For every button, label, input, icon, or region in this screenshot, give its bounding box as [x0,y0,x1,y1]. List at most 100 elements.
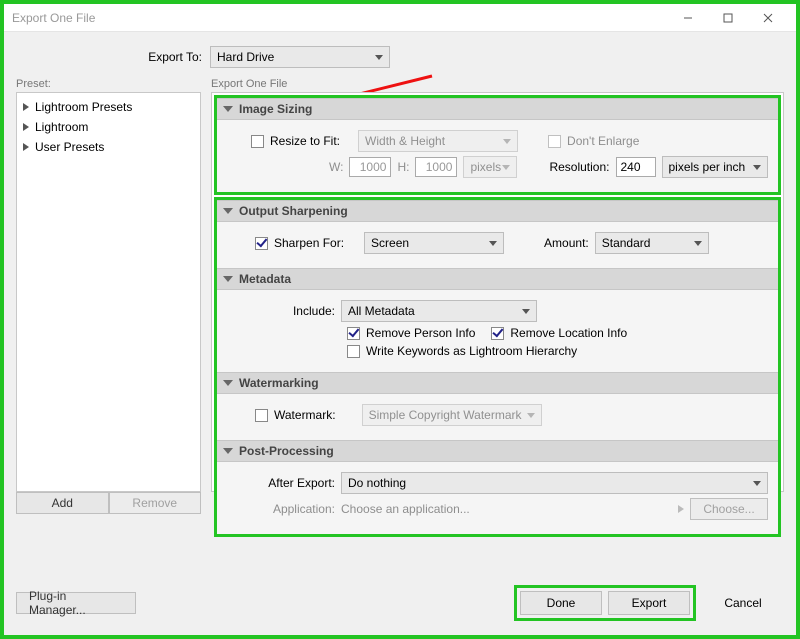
resolution-label: Resolution: [549,160,609,174]
w-value: 1000 [360,160,387,174]
settings-panel: Image Sizing Resize to Fit: Width & Heig… [211,92,784,492]
triangle-down-icon [223,380,233,386]
right-header: Export One File [211,78,784,90]
preset-list: Lightroom Presets Lightroom User Presets [16,92,201,492]
chevron-down-icon [375,55,383,60]
export-dialog: Export One File Export To: Hard Drive Pr… [0,0,800,639]
chevron-down-icon [489,241,497,246]
image-sizing-header[interactable]: Image Sizing [217,98,778,120]
chevron-down-icon [753,165,761,170]
after-export-select[interactable]: Do nothing [341,472,768,494]
chevron-down-icon [503,139,511,144]
triangle-right-icon [678,505,684,513]
amount-select[interactable]: Standard [595,232,709,254]
after-export-label: After Export: [227,476,335,490]
dialog-footer: Plug-in Manager... Done Export Cancel [16,585,784,621]
watermarking-title: Watermarking [239,376,319,390]
width-input[interactable]: 1000 [349,157,391,177]
image-sizing-highlight: Image Sizing Resize to Fit: Width & Heig… [214,95,781,195]
triangle-down-icon [223,276,233,282]
amount-label: Amount: [544,236,589,250]
remove-person-checkbox[interactable] [347,327,360,340]
watermark-label: Watermark: [274,408,336,422]
resolution-unit-select[interactable]: pixels per inch [662,156,768,178]
h-value: 1000 [426,160,453,174]
height-input[interactable]: 1000 [415,157,457,177]
chevron-down-icon [502,165,510,170]
triangle-down-icon [223,208,233,214]
remove-location-label: Remove Location Info [510,326,627,340]
triangle-right-icon [23,143,29,151]
w-label: W: [329,160,343,174]
watermark-checkbox[interactable] [255,409,268,422]
export-to-value: Hard Drive [217,50,274,64]
output-sharpening-title: Output Sharpening [239,204,348,218]
output-sharpening-header[interactable]: Output Sharpening [217,200,778,222]
dont-enlarge-label: Don't Enlarge [567,134,639,148]
application-label: Application: [227,502,335,516]
cancel-label: Cancel [724,596,761,610]
preset-item-label: User Presets [35,140,104,154]
plugin-manager-button[interactable]: Plug-in Manager... [16,592,136,614]
preset-item-label: Lightroom Presets [35,100,132,114]
metadata-header[interactable]: Metadata [217,268,778,290]
remove-label: Remove [132,496,177,510]
sharpen-for-select[interactable]: Screen [364,232,504,254]
add-label: Add [52,496,73,510]
chevron-down-icon [527,413,535,418]
window-title: Export One File [12,11,668,25]
cancel-button[interactable]: Cancel [702,591,784,615]
primary-buttons-highlight: Done Export [514,585,696,621]
export-button[interactable]: Export [608,591,690,615]
choose-app-button[interactable]: Choose... [690,498,768,520]
resolution-unit-value: pixels per inch [669,160,746,174]
resolution-value: 240 [621,160,641,174]
post-processing-header[interactable]: Post-Processing [217,440,778,462]
preset-header: Preset: [16,78,201,90]
done-button[interactable]: Done [520,591,602,615]
preset-item-label: Lightroom [35,120,88,134]
include-select[interactable]: All Metadata [341,300,537,322]
triangle-right-icon [23,123,29,131]
preset-item[interactable]: User Presets [19,137,198,157]
application-placeholder: Choose an application... [341,502,672,516]
watermark-value: Simple Copyright Watermark [369,408,522,422]
h-label: H: [397,160,409,174]
lower-panels-highlight: Output Sharpening Sharpen For: Screen Am… [214,197,781,537]
chevron-down-icon [522,309,530,314]
add-preset-button[interactable]: Add [16,492,109,514]
watermarking-header[interactable]: Watermarking [217,372,778,394]
resize-to-fit-checkbox[interactable] [251,135,264,148]
export-to-label: Export To: [16,50,210,64]
chevron-down-icon [694,241,702,246]
after-export-value: Do nothing [348,476,406,490]
remove-person-label: Remove Person Info [366,326,475,340]
include-value: All Metadata [348,304,415,318]
export-to-select[interactable]: Hard Drive [210,46,390,68]
preset-item[interactable]: Lightroom [19,117,198,137]
export-label: Export [632,596,667,610]
unit-select[interactable]: pixels [463,156,517,178]
amount-value: Standard [602,236,651,250]
plugin-manager-label: Plug-in Manager... [29,589,123,617]
include-label: Include: [227,304,335,318]
write-keywords-checkbox[interactable] [347,345,360,358]
remove-preset-button[interactable]: Remove [109,492,202,514]
sharpen-for-label: Sharpen For: [274,236,344,250]
resolution-input[interactable]: 240 [616,157,656,177]
preset-item[interactable]: Lightroom Presets [19,97,198,117]
unit-value: pixels [470,160,501,174]
image-sizing-title: Image Sizing [239,102,312,116]
triangle-down-icon [223,106,233,112]
watermark-select[interactable]: Simple Copyright Watermark [362,404,542,426]
title-bar: Export One File [4,4,796,32]
minimize-button[interactable] [668,5,708,31]
sharpen-for-checkbox[interactable] [255,237,268,250]
dont-enlarge-checkbox[interactable] [548,135,561,148]
image-sizing-body: Resize to Fit: Width & Height Don't Enla… [217,120,778,192]
remove-location-checkbox[interactable] [491,327,504,340]
close-button[interactable] [748,5,788,31]
resize-mode-select[interactable]: Width & Height [358,130,518,152]
metadata-title: Metadata [239,272,291,286]
maximize-button[interactable] [708,5,748,31]
